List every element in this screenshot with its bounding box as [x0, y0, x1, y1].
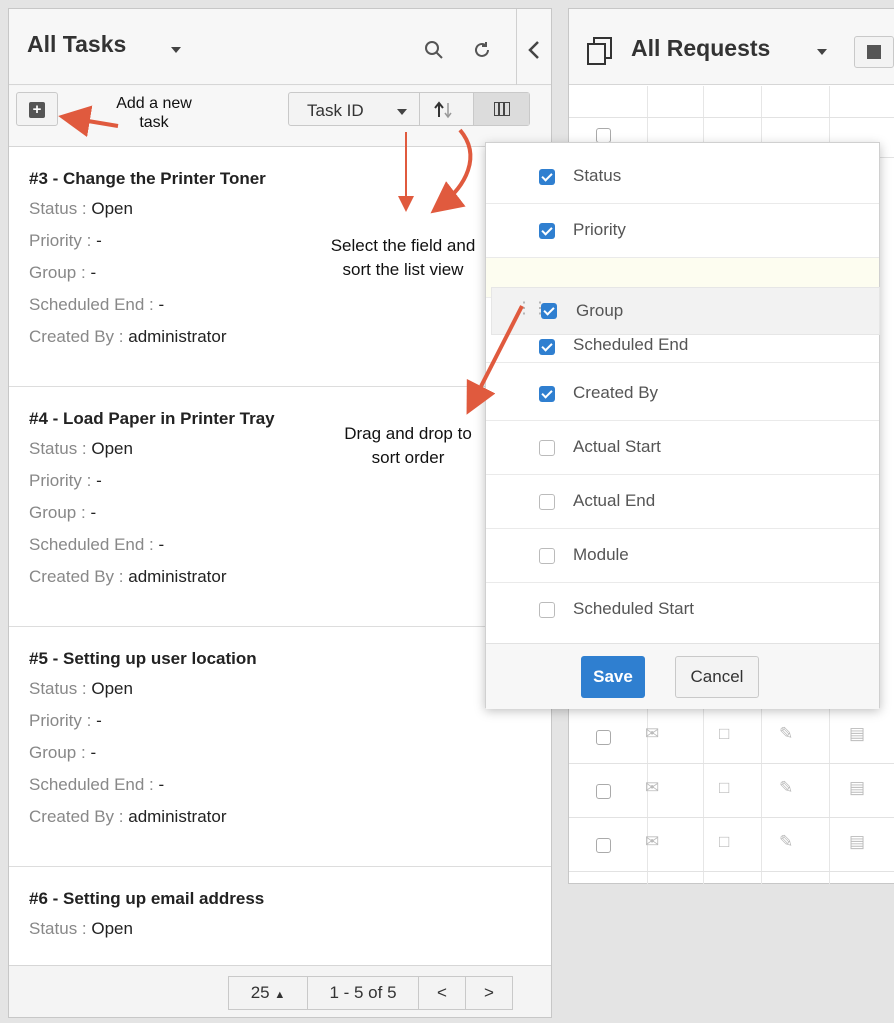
- sort-field-select[interactable]: Task ID: [307, 101, 364, 121]
- checkbox-unchecked[interactable]: [539, 494, 555, 510]
- task-group: Group : -: [29, 503, 97, 522]
- divider: [419, 93, 420, 125]
- row-checkbox[interactable]: [596, 730, 611, 745]
- checkbox-checked[interactable]: [541, 303, 557, 319]
- column-label: Priority: [573, 220, 626, 239]
- column-label: Scheduled Start: [573, 599, 694, 618]
- requests-dropdown-icon[interactable]: [817, 49, 827, 55]
- search-icon[interactable]: [423, 39, 445, 61]
- add-task-button[interactable]: +: [16, 92, 58, 126]
- edit-icon[interactable]: ✎: [779, 724, 793, 744]
- task-title[interactable]: #6 - Setting up email address: [29, 889, 551, 909]
- column-label: Status: [573, 166, 622, 185]
- sort-controls: Task ID: [288, 92, 530, 126]
- edit-icon[interactable]: ✎: [779, 832, 793, 852]
- task-status: Status : Open: [29, 199, 133, 218]
- collapse-icon[interactable]: [526, 39, 542, 61]
- column-option-created-by[interactable]: Created By: [486, 367, 879, 421]
- next-page-button[interactable]: >: [465, 976, 513, 1010]
- column-chooser-dropdown: Status Priority Scheduled End Created By…: [485, 142, 880, 709]
- column-option-actual-end[interactable]: Actual End: [486, 475, 879, 529]
- copy-icon: [587, 37, 612, 65]
- add-note-icon[interactable]: □: [719, 778, 729, 798]
- checkbox-unchecked[interactable]: [539, 548, 555, 564]
- annotation-add-task: Add a new task: [116, 95, 192, 131]
- add-note-icon[interactable]: □: [719, 832, 729, 852]
- document-icon[interactable]: ▤: [849, 778, 865, 798]
- column-option-actual-start[interactable]: Actual Start: [486, 421, 879, 475]
- refresh-icon[interactable]: [471, 39, 493, 61]
- task-status: Status : Open: [29, 919, 133, 938]
- column-label: Module: [573, 545, 629, 564]
- sort-field-caret-icon[interactable]: [397, 109, 407, 115]
- checkbox-unchecked[interactable]: [539, 440, 555, 456]
- task-scheduled-end: Scheduled End : -: [29, 295, 165, 314]
- pagination-bar: 25 ▲ 1 - 5 of 5 < >: [9, 965, 551, 1017]
- column-option-module[interactable]: Module: [486, 529, 879, 583]
- tasks-title[interactable]: All Tasks: [27, 31, 126, 58]
- plus-icon: [867, 45, 881, 59]
- row-checkbox[interactable]: [596, 784, 611, 799]
- column-label: Scheduled End: [573, 335, 689, 354]
- column-label: Actual End: [573, 491, 656, 510]
- column-chooser-button[interactable]: [474, 93, 529, 125]
- column-label: Created By: [573, 383, 659, 402]
- tasks-header: All Tasks: [9, 9, 551, 85]
- column-option-group-dragging[interactable]: ⋮⋮ Group: [491, 287, 880, 335]
- checkbox-checked[interactable]: [539, 339, 555, 355]
- list-item[interactable]: #5 - Setting up user location Status : O…: [9, 627, 551, 867]
- checkbox-unchecked[interactable]: [539, 602, 555, 618]
- cancel-button[interactable]: Cancel: [675, 656, 759, 698]
- checkbox-checked[interactable]: [539, 223, 555, 239]
- task-scheduled-end: Scheduled End : -: [29, 775, 165, 794]
- page-size-select[interactable]: 25 ▲: [228, 976, 308, 1010]
- column-label: Group: [576, 301, 624, 320]
- mail-icon[interactable]: ✉: [645, 832, 659, 852]
- task-created-by: Created By : administrator: [29, 327, 227, 346]
- mail-icon[interactable]: ✉: [645, 778, 659, 798]
- table-row[interactable]: ✉ □ ✎ ▤: [569, 764, 894, 818]
- sort-direction-icon[interactable]: [433, 101, 455, 119]
- column-label: Actual Start: [573, 437, 661, 456]
- grid-header-row: [569, 86, 894, 118]
- add-note-icon[interactable]: □: [719, 724, 729, 744]
- task-priority: Priority : -: [29, 471, 102, 490]
- task-priority: Priority : -: [29, 711, 102, 730]
- title-dropdown-icon[interactable]: [171, 47, 181, 53]
- mail-icon[interactable]: ✉: [645, 724, 659, 744]
- table-row[interactable]: ✉ □ ✎ ▤: [569, 710, 894, 764]
- column-option-scheduled-start[interactable]: Scheduled Start: [486, 583, 879, 637]
- add-request-button[interactable]: [854, 36, 894, 68]
- column-option-priority[interactable]: Priority: [486, 204, 879, 258]
- annotation-drag: Drag and drop to sort order: [344, 424, 472, 467]
- prev-page-button[interactable]: <: [418, 976, 466, 1010]
- task-title[interactable]: #3 - Change the Printer Toner: [29, 169, 551, 189]
- header-divider: [516, 9, 517, 85]
- document-icon[interactable]: ▤: [849, 724, 865, 744]
- requests-header: All Requests: [569, 9, 894, 85]
- task-title[interactable]: #5 - Setting up user location: [29, 649, 551, 669]
- columns-icon: [494, 102, 510, 116]
- row-checkbox[interactable]: [596, 838, 611, 853]
- list-item[interactable]: #6 - Setting up email address Status : O…: [9, 867, 551, 965]
- annotation-sort: Select the field and sort the list view: [330, 236, 476, 279]
- task-group: Group : -: [29, 743, 97, 762]
- page-range: 1 - 5 of 5: [307, 976, 419, 1010]
- table-row[interactable]: ✉ □ ✎ ▤: [569, 818, 894, 872]
- checkbox-checked[interactable]: [539, 386, 555, 402]
- task-status: Status : Open: [29, 679, 133, 698]
- task-created-by: Created By : administrator: [29, 567, 227, 586]
- column-chooser-footer: Save Cancel: [486, 643, 879, 709]
- task-scheduled-end: Scheduled End : -: [29, 535, 165, 554]
- edit-icon[interactable]: ✎: [779, 778, 793, 798]
- plus-icon: +: [29, 102, 45, 118]
- panel-background: [568, 884, 894, 1023]
- task-created-by: Created By : administrator: [29, 807, 227, 826]
- save-button[interactable]: Save: [581, 656, 645, 698]
- document-icon[interactable]: ▤: [849, 832, 865, 852]
- requests-title[interactable]: All Requests: [631, 35, 770, 62]
- column-option-status[interactable]: Status: [486, 150, 879, 204]
- checkbox-checked[interactable]: [539, 169, 555, 185]
